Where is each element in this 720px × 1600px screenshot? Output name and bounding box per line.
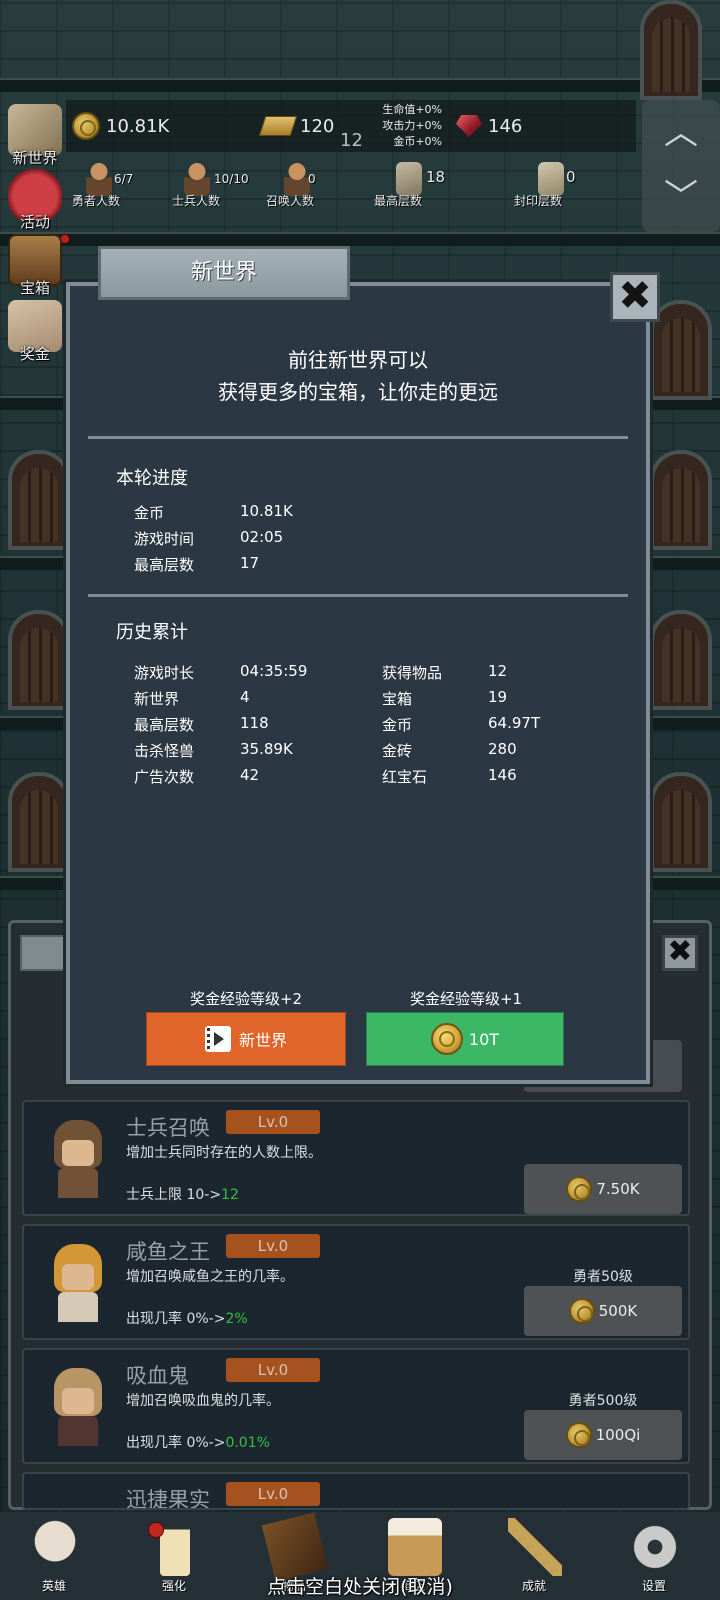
history-stat-value: 12 [488,662,508,680]
history-stat-value: 4 [240,688,250,706]
history-stat-label: 宝箱 [382,690,413,708]
round-stat-value: 17 [240,554,260,572]
history-stat-label: 金币 [382,716,413,734]
history-stat-label: 新世界 [134,690,180,708]
mug-icon [388,1518,442,1576]
gold-reward-label: 奖金经验等级+1 [409,990,523,1008]
section-divider [88,436,628,439]
history-stat-value: 64.97T [488,714,541,732]
pay-gold-new-world-button[interactable]: 10T [366,1012,564,1066]
button-label: 10T [468,1029,500,1049]
candle-icon [160,1518,190,1576]
key-icon [508,1518,562,1576]
video-icon [204,1026,231,1052]
tap-to-close-hint: 点击空白处关闭(取消) [267,1576,453,1598]
history-stat-label: 金砖 [382,742,413,760]
history-stat-value: 118 [240,714,269,732]
intro-line: 获得更多的宝箱，让你走的更远 [218,380,498,404]
history-stat-label: 游戏时长 [134,664,195,682]
notification-dot [148,1522,164,1538]
watch-ad-new-world-button[interactable]: 新世界 [146,1012,346,1066]
history-stat-value: 146 [488,766,517,784]
history-stat-value: 19 [488,688,508,706]
dialog-title: 新世界 [98,246,350,300]
gold-coin-icon [430,1023,463,1055]
history-stat-label: 获得物品 [382,664,443,682]
dialog-close-button[interactable]: ✖ [610,272,660,322]
history-stat-value: 280 [488,740,517,758]
ad-reward-label: 奖金经验等级+2 [189,990,303,1008]
round-progress-heading: 本轮进度 [116,468,188,489]
history-stat-label: 红宝石 [382,768,428,786]
round-stat-label: 游戏时间 [134,530,195,548]
history-stat-label: 广告次数 [134,768,195,786]
history-stat-label: 击杀怪兽 [134,742,195,760]
history-stat-value: 04:35:59 [240,662,308,680]
gear-icon [628,1518,682,1576]
intro-line: 前往新世界可以 [288,348,428,372]
round-stat-value: 02:05 [240,528,284,546]
section-divider [88,594,628,597]
history-heading: 历史累计 [116,622,188,643]
history-stat-value: 35.89K [240,740,293,758]
history-stat-label: 最高层数 [134,716,195,734]
skull-icon [28,1518,82,1576]
history-stat-value: 42 [240,766,260,784]
round-stat-value: 10.81K [240,502,293,520]
button-label: 新世界 [238,1031,287,1050]
round-stat-label: 最高层数 [134,556,195,574]
round-stat-label: 金币 [134,504,165,522]
dialog-intro: 前往新世界可以 获得更多的宝箱，让你走的更远 [66,344,650,408]
